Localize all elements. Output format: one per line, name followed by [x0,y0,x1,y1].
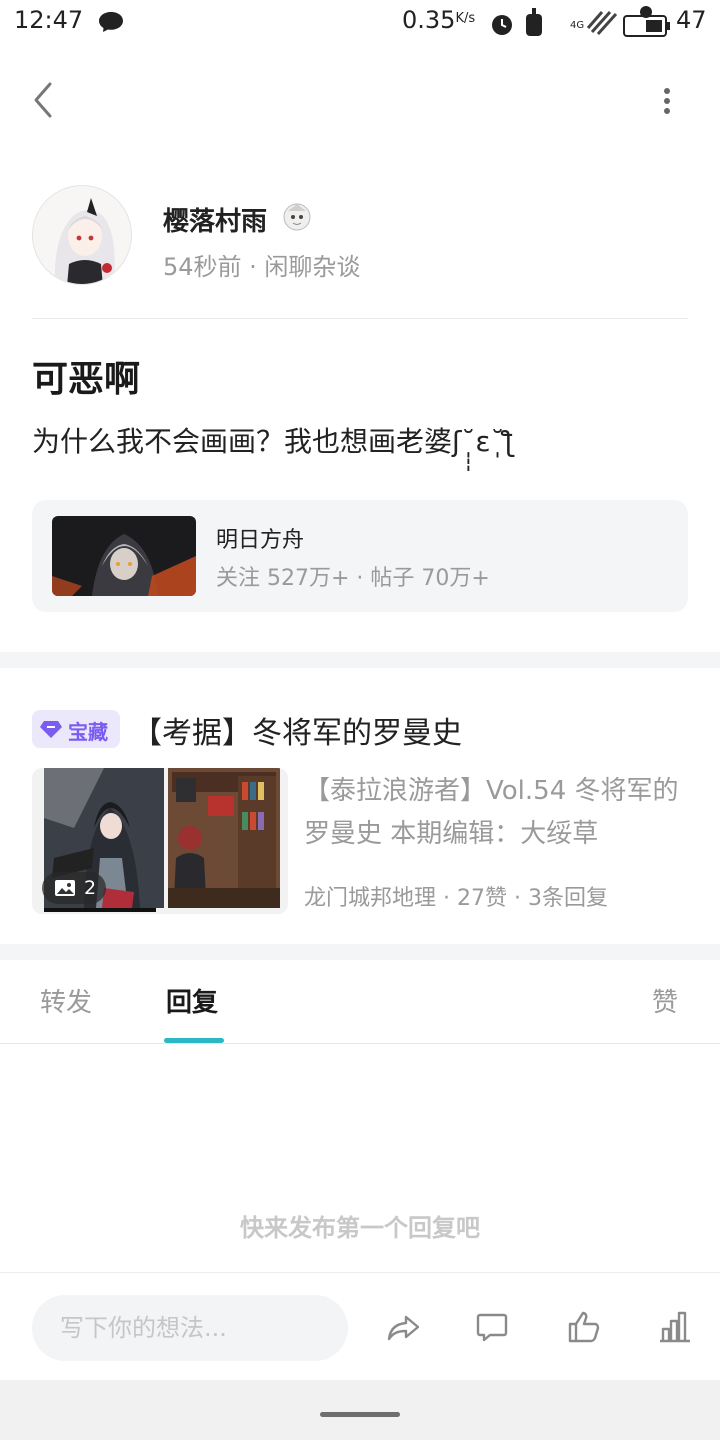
forum-stats: 关注 527万+ · 帖子 70万+ [216,566,490,591]
image-icon [55,880,75,896]
more-vertical-icon[interactable] [650,80,684,120]
image-count: 2 [84,877,97,899]
system-status-icons: 4G [492,8,618,36]
section-divider [0,652,720,668]
comment-input[interactable] [32,1295,348,1361]
avatar[interactable] [32,185,132,285]
post-title: 可恶啊 [32,359,141,400]
author-name[interactable]: 樱落村雨 [163,201,267,238]
network-type: 4G [570,20,584,31]
forum-card[interactable]: 明日方舟 关注 527万+ · 帖子 70万+ [32,500,688,612]
stats-icon[interactable] [656,1309,692,1345]
tab-bar: 转发 回复 赞 [0,960,720,1044]
forum-thumbnail [52,516,196,596]
section-divider [0,944,720,960]
post-body: 为什么我不会画画？我也想画老婆ʃ˘̩̩̩ε˘̩ƪ [32,425,514,458]
post-meta: 54秒前 · 闲聊杂谈 [163,253,361,281]
home-indicator[interactable] [320,1412,400,1417]
active-tab-indicator [164,1038,224,1043]
comment-icon[interactable] [474,1309,510,1345]
related-meta: 龙门城邦地理 · 27赞 · 3条回复 [304,886,608,911]
battery-level: 47 [676,6,707,34]
empty-state-text: 快来发布第一个回复吧 [240,1214,480,1242]
image-count-badge: 2 [42,872,107,904]
diamond-icon [40,721,62,738]
network-speed: 0.35K/s [402,6,475,34]
speed-value: 0.35 [402,6,456,34]
forum-name: 明日方舟 [216,528,305,553]
treasure-badge: 宝藏 [32,710,120,748]
speed-unit: K/s [455,11,476,26]
related-thumbnails[interactable]: 2 [32,768,288,914]
tab-forward[interactable]: 转发 [40,982,92,1019]
thumbnail-image-2 [168,768,280,908]
bottom-action-bar [0,1272,720,1380]
gesture-nav-area [0,1380,720,1440]
like-icon[interactable] [566,1309,602,1345]
thumbnail-progress [44,908,156,912]
avatar-image [33,186,131,284]
status-bar: 12:47 0.35K/s 4G 47 [0,0,720,46]
treasure-label: 宝藏 [68,720,108,744]
chevron-left-icon[interactable] [28,80,62,120]
chat-notification-icon [99,12,123,32]
related-description: 【泰拉浪游者】Vol.54 冬将军的罗曼史 本期编辑：大绥草 [304,776,679,849]
top-bar [0,64,720,136]
divider [32,318,688,319]
battery-icon [623,6,670,37]
related-post-card[interactable]: 宝藏 【考据】冬将军的罗曼史 2 【泰拉浪游者】Vol.54 冬将军的罗曼史 本… [0,668,720,944]
share-icon[interactable] [386,1309,422,1345]
author-row[interactable]: 樱落村雨 54秒前 · 闲聊杂谈 [32,185,688,287]
status-time: 12:47 [14,6,84,34]
tab-like[interactable]: 赞 [652,982,678,1019]
related-title[interactable]: 【考据】冬将军的罗曼史 [132,708,462,752]
user-badge-icon [283,203,311,231]
tab-reply[interactable]: 回复 [166,982,218,1019]
